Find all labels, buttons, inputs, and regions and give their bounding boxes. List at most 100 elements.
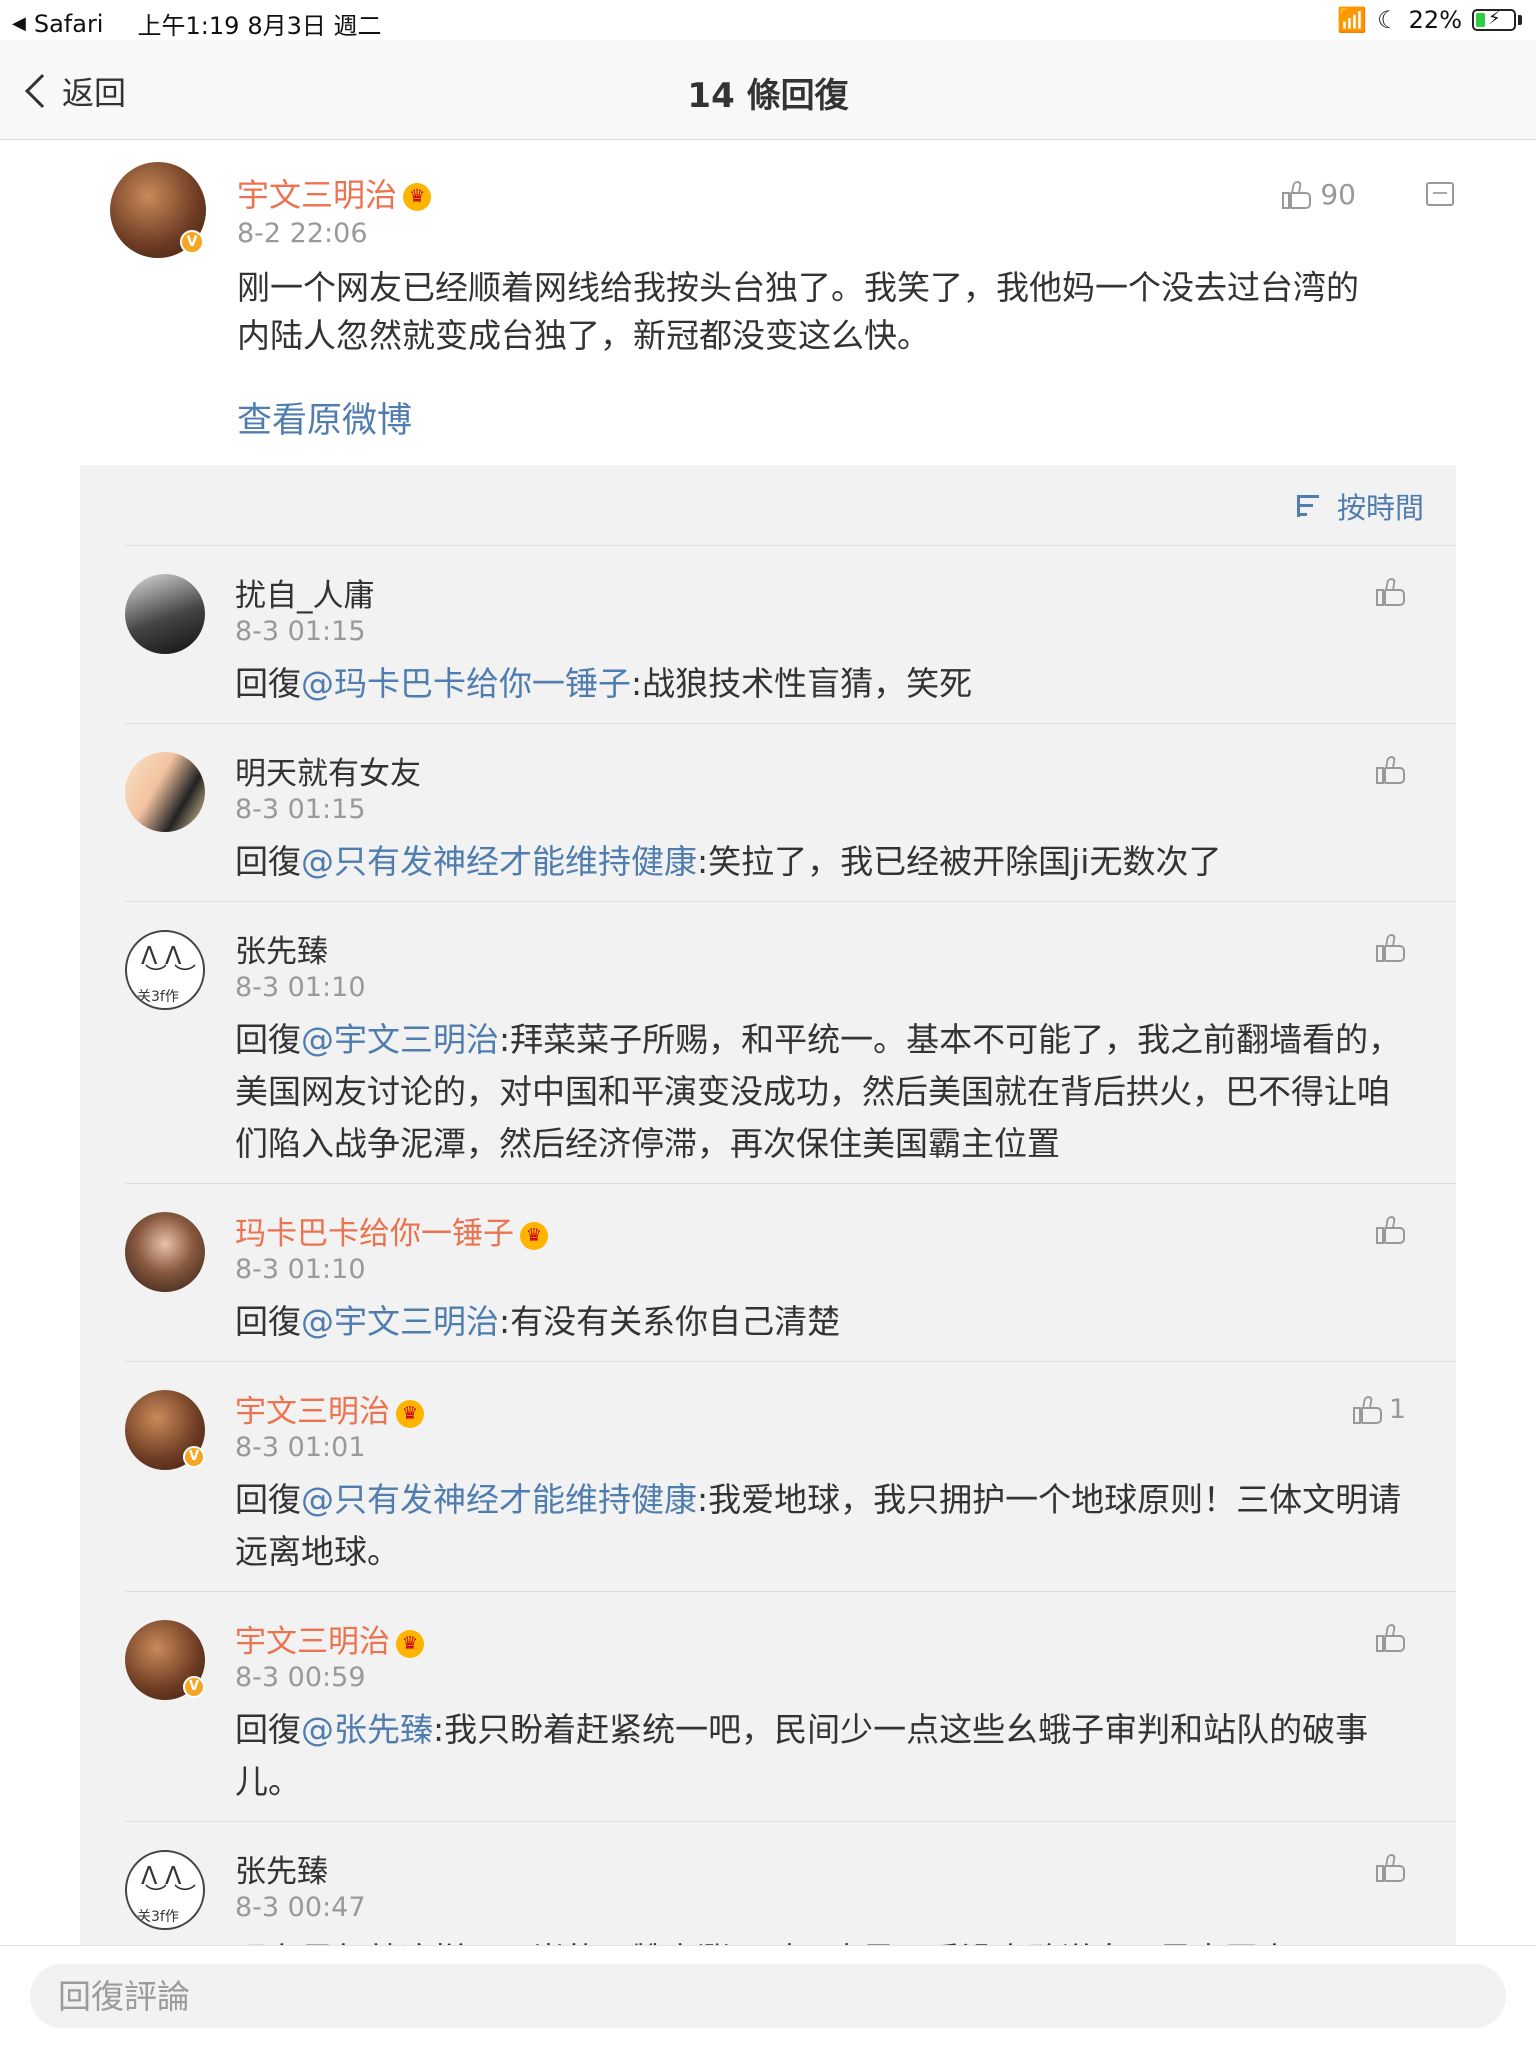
reply-item: ᐱ ᐱ ︶ ︶ 关3f作 张先臻 8-3 01:10 回復@宇文三明治:拜菜菜子… (125, 901, 1456, 1183)
like-button[interactable] (1376, 578, 1406, 606)
mention-link[interactable]: @只有发神经才能维持健康 (301, 842, 697, 881)
reply-time: 8-3 00:47 (235, 1892, 366, 1923)
like-button[interactable] (1376, 934, 1406, 962)
avatar-signature: 关3f作 (137, 989, 179, 1005)
reply-author-text: 宇文三明治 (235, 1394, 390, 1430)
reply-time: 8-3 01:10 (235, 1254, 366, 1285)
thumb-up-icon (1282, 180, 1312, 209)
post-text: 刚一个网友已经顺着网线给我按头台独了。我笑了，我他妈一个没去过台湾的内陆人忽然就… (237, 268, 1359, 355)
reply-item: 明天就有女友 8-3 01:15 回復@只有发神经才能维持健康:笑拉了，我已经被… (125, 723, 1456, 901)
avatar[interactable] (125, 1212, 205, 1292)
mention-link[interactable]: @宇文三明治 (301, 1020, 499, 1059)
reply-text: 回復@宇文三明治:拜菜菜子所赐，和平统一。基本不可能了，我之前翻墙看的，美国网友… (235, 1014, 1420, 1170)
thumb-up-icon (1376, 1854, 1406, 1882)
author-name-text: 宇文三明治 (237, 176, 398, 214)
like-button[interactable] (1376, 756, 1406, 784)
reply-author[interactable]: 明天就有女友 (235, 748, 421, 793)
reply-item: 扰自_人庸 8-3 01:15 回復@玛卡巴卡给你一锤子:战狼技术性盲猜，笑死 (125, 545, 1456, 723)
author-name[interactable]: 宇文三明治 ♛ (237, 170, 432, 216)
reply-text: 回復@只有发神经才能维持健康:我爱地球，我只拥护一个地球原则！三体文明请远离地球… (235, 1474, 1420, 1578)
reply-author-text: 宇文三明治 (235, 1624, 390, 1660)
mention-link[interactable]: @只有发神经才能维持健康 (301, 1480, 697, 1519)
like-count: 1 (1388, 1394, 1406, 1425)
verified-badge-icon: V (183, 1676, 205, 1698)
reply-prefix: 回復 (235, 1480, 301, 1519)
view-original-link[interactable]: 查看原微博 (237, 392, 412, 443)
reply-text: 回復@只有发神经才能维持健康:笑拉了，我已经被开除国ji无数次了 (235, 836, 1420, 888)
thumb-up-icon (1352, 1395, 1383, 1424)
like-button[interactable] (1376, 1854, 1406, 1882)
mention-link[interactable]: @张先臻 (301, 1710, 433, 1749)
reply-time: 8-3 01:15 (235, 794, 366, 825)
reply-author[interactable]: 宇文三明治 ♛ (235, 1616, 424, 1661)
reply-author-text: 玛卡巴卡给你一锤子 (235, 1216, 514, 1252)
like-button[interactable] (1376, 1216, 1406, 1244)
avatar[interactable] (125, 752, 205, 832)
status-time: 上午1:19 (137, 12, 240, 40)
status-bar: ◀ Safari 上午1:19 8月3日 週二 📶 ☾ 22% ⚡ (0, 0, 1536, 40)
avatar-signature: 关3f作 (137, 1909, 179, 1925)
reply-item: 玛卡巴卡给你一锤子 ♛ 8-3 01:10 回復@宇文三明治:有没有关系你自己清楚 (125, 1183, 1456, 1361)
thumb-up-icon (1376, 934, 1406, 962)
reply-text: 现在风气就这样，开炭的只赞高涨，对面也是凡垂没人敢说自己是中国人 (235, 1934, 1420, 1945)
reply-author[interactable]: 玛卡巴卡给你一锤子 ♛ (235, 1208, 548, 1253)
reply-prefix: 回復 (235, 1710, 301, 1749)
reply-prefix: 回復 (235, 1302, 301, 1341)
reply-text: 回復@玛卡巴卡给你一锤子:战狼技术性盲猜，笑死 (235, 658, 1420, 710)
like-button[interactable]: 1 (1352, 1394, 1406, 1425)
crown-icon: ♛ (396, 1399, 424, 1428)
reply-item: V 宇文三明治 ♛ 8-3 01:01 1 回復@只有发神经才能维持健康:我爱地球… (125, 1361, 1456, 1591)
avatar[interactable]: ᐱ ᐱ ︶ ︶ 关3f作 (125, 930, 205, 1010)
like-button[interactable]: 90 (1282, 178, 1356, 211)
thumb-up-icon (1376, 578, 1406, 606)
status-app-name[interactable]: Safari (34, 10, 104, 38)
reply-text: 回復@张先臻:我只盼着赶紧统一吧，民间少一点这些幺蛾子审判和站队的破事儿。 (235, 1704, 1420, 1808)
reply-author[interactable]: 扰自_人庸 (235, 570, 375, 615)
verified-badge-icon: V (183, 1446, 205, 1468)
comment-icon[interactable] (1426, 182, 1454, 206)
reply-body: :笑拉了，我已经被开除国ji无数次了 (697, 842, 1222, 881)
reply-item: ᐱ ᐱ ︶ ︶ 关3f作 张先臻 8-3 00:47 现在风气就这样，开炭的只赞… (125, 1821, 1456, 1945)
crown-icon: ♛ (396, 1629, 424, 1658)
crown-icon: ♛ (520, 1221, 548, 1250)
verified-badge-icon: V (180, 230, 204, 254)
reply-comment-input[interactable] (30, 1964, 1506, 2028)
reply-time: 8-3 01:01 (235, 1432, 366, 1463)
avatar[interactable]: ᐱ ᐱ ︶ ︶ 关3f作 (125, 1850, 205, 1930)
crown-icon: ♛ (403, 183, 432, 211)
like-count: 90 (1320, 178, 1356, 211)
battery-icon: ⚡ (1472, 8, 1516, 31)
mention-link[interactable]: @玛卡巴卡给你一锤子 (301, 664, 631, 703)
thumb-up-icon (1376, 1624, 1406, 1652)
reply-prefix: 回復 (235, 1020, 301, 1059)
avatar[interactable] (125, 574, 205, 654)
back-to-app-icon[interactable]: ◀ (12, 13, 26, 34)
mention-link[interactable]: @宇文三明治 (301, 1302, 499, 1341)
reply-item: V 宇文三明治 ♛ 8-3 00:59 回復@张先臻:我只盼着赶紧统一吧，民间少一… (125, 1591, 1456, 1821)
moon-icon: ☾ (1377, 6, 1399, 34)
reply-author[interactable]: 张先臻 (235, 926, 328, 971)
navigation-bar: 返回 14 條回復 (0, 40, 1536, 140)
reply-author[interactable]: 宇文三明治 ♛ (235, 1386, 424, 1431)
sort-label: 按時間 (1336, 491, 1424, 525)
replies-panel: 按時間 扰自_人庸 8-3 01:15 回復@玛卡巴卡给你一锤子:战狼技术性盲猜… (80, 465, 1456, 1945)
reply-prefix: 回復 (235, 664, 301, 703)
reply-author[interactable]: 张先臻 (235, 1846, 328, 1891)
like-button[interactable] (1376, 1624, 1406, 1652)
post-time: 8-2 22:06 (237, 218, 368, 249)
original-comment: V 宇文三明治 ♛ 8-2 22:06 刚一个网友已经顺着网线给我按头台独了。我笑… (0, 140, 1536, 465)
reply-body: :有没有关系你自己清楚 (499, 1302, 841, 1341)
page-title: 14 條回復 (687, 76, 849, 116)
bottom-comment-bar (0, 1945, 1536, 2048)
sort-icon (1296, 493, 1327, 519)
sort-by-time-button[interactable]: 按時間 (1296, 485, 1424, 527)
reply-time: 8-3 01:15 (235, 616, 366, 647)
reply-text: 回復@宇文三明治:有没有关系你自己清楚 (235, 1296, 1420, 1348)
reply-time: 8-3 01:10 (235, 972, 366, 1003)
status-date: 8月3日 週二 (247, 12, 382, 40)
battery-percent: 22% (1408, 6, 1462, 34)
reply-body: :战狼技术性盲猜，笑死 (631, 664, 973, 703)
reply-prefix: 回復 (235, 842, 301, 881)
reply-time: 8-3 00:59 (235, 1662, 366, 1693)
thumb-up-icon (1376, 1216, 1406, 1244)
